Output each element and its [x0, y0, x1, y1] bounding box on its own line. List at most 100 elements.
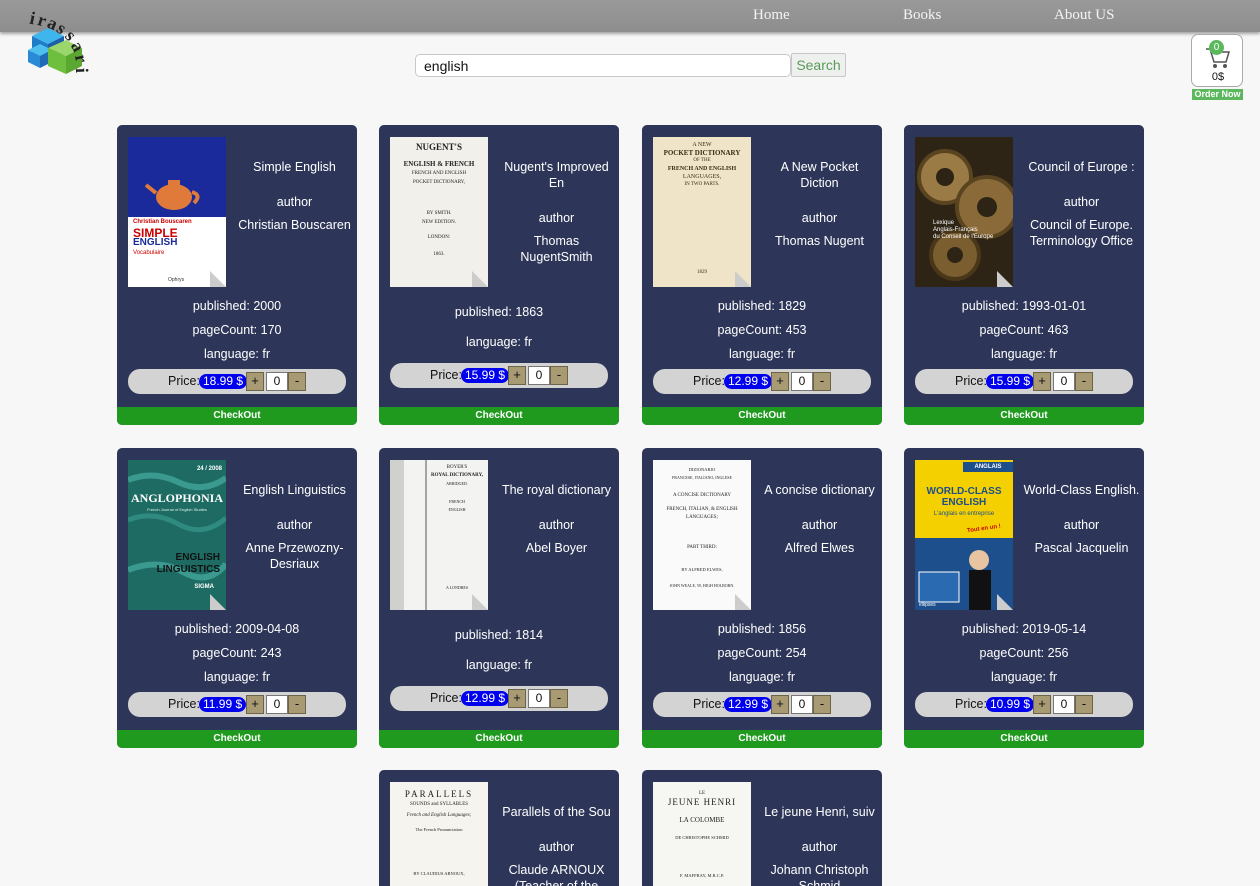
book-author: Pascal Jacquelin — [1034, 541, 1129, 555]
quantity-plus-button[interactable]: + — [1033, 695, 1051, 714]
quantity-field[interactable]: 0 — [791, 695, 813, 714]
book-title[interactable]: Simple English — [236, 159, 353, 175]
quantity-field[interactable]: 0 — [266, 695, 288, 714]
quantity-minus-button[interactable]: - — [813, 372, 831, 391]
book-cover[interactable]: PARALLELS SOUNDS and SYLLABLES French an… — [390, 782, 488, 886]
book-card: 24 / 2008 ANGLOPHONIA French Journal of … — [117, 448, 357, 748]
checkout-button[interactable]: CheckOut — [642, 407, 882, 425]
search-button[interactable]: Search — [791, 53, 846, 77]
book-info: Parallels of the Sou author Claude ARNOU… — [498, 804, 615, 886]
nav-about-link[interactable]: About US — [1054, 7, 1114, 24]
checkout-button[interactable]: CheckOut — [379, 407, 619, 425]
price-label: Price: — [955, 697, 987, 711]
book-pagecount: pageCount: 463 — [979, 323, 1069, 337]
quantity-plus-button[interactable]: + — [508, 366, 526, 385]
book-cover[interactable]: A NEW POCKET DICTIONARY OF THE FRENCH AN… — [653, 137, 751, 287]
book-cover[interactable]: ANGLAIS WORLD-CLASS ENGLISH L'anglais en… — [915, 460, 1013, 610]
book-language: language: fr — [203, 670, 271, 684]
cart-button[interactable]: 0 0$ — [1191, 34, 1243, 87]
book-title[interactable]: World-Class English. — [1023, 482, 1140, 498]
price-bar: Price: 18.99 $ + 0 - — [128, 369, 346, 394]
quantity-field[interactable]: 0 — [1053, 695, 1075, 714]
quantity-plus-button[interactable]: + — [771, 372, 789, 391]
checkout-button[interactable]: CheckOut — [904, 730, 1144, 748]
quantity-minus-button[interactable]: - — [288, 372, 306, 391]
book-cover[interactable]: 24 / 2008 ANGLOPHONIA French Journal of … — [128, 460, 226, 610]
book-title[interactable]: A New Pocket Diction — [761, 159, 878, 191]
quantity-minus-button[interactable]: - — [550, 689, 568, 708]
quantity-minus-button[interactable]: - — [288, 695, 306, 714]
book-card: A NEW POCKET DICTIONARY OF THE FRENCH AN… — [642, 125, 882, 425]
checkout-button[interactable]: CheckOut — [117, 407, 357, 425]
book-title[interactable]: The royal dictionary — [498, 482, 615, 498]
author-label: author — [538, 211, 575, 225]
checkout-button[interactable]: CheckOut — [904, 407, 1144, 425]
book-info: The royal dictionary author Abel Boyer — [498, 482, 615, 556]
book-title[interactable]: Le jeune Henri, suiv — [761, 804, 878, 820]
book-title[interactable]: Council of Europe : — [1023, 159, 1140, 175]
book-language: language: fr — [728, 347, 796, 361]
book-cover[interactable]: LE JEUNE HENRI LA COLOMBE DE CHRISTOPHE … — [653, 782, 751, 886]
book-pagecount: pageCount: 243 — [192, 646, 282, 660]
book-published: published: 1856 — [717, 622, 807, 636]
book-published: published: 2009-04-08 — [174, 622, 300, 636]
nav-home-link[interactable]: Home — [753, 7, 790, 24]
book-card: NUGENT'S ENGLISH & FRENCH FRENCH AND ENG… — [379, 125, 619, 425]
book-cover[interactable]: DIZIONARIO FRANCESE, ITALIANO, INGLESE A… — [653, 460, 751, 610]
book-pagecount: pageCount: 254 — [717, 646, 807, 660]
quantity-field[interactable]: 0 — [266, 372, 288, 391]
book-published: published: 1993-01-01 — [961, 299, 1087, 313]
quantity-plus-button[interactable]: + — [508, 689, 526, 708]
price-bar: Price: 15.99 $ + 0 - — [915, 369, 1133, 394]
price-label: Price: — [168, 697, 200, 711]
quantity-field[interactable]: 0 — [528, 366, 550, 385]
book-language: language: fr — [990, 670, 1058, 684]
price-badge: 18.99 $ — [199, 374, 248, 389]
price-bar: Price: 12.99 $ + 0 - — [653, 369, 871, 394]
quantity-field[interactable]: 0 — [791, 372, 813, 391]
checkout-button[interactable]: CheckOut — [379, 730, 619, 748]
book-card: ANGLAIS WORLD-CLASS ENGLISH L'anglais en… — [904, 448, 1144, 748]
price-badge: 12.99 $ — [724, 374, 773, 389]
top-nav-bar: Home Books About US — [0, 0, 1260, 32]
author-label: author — [1063, 195, 1100, 209]
book-info: English Linguistics author Anne Przewozn… — [236, 482, 353, 572]
book-language: language: fr — [203, 347, 271, 361]
search-input[interactable] — [415, 54, 791, 77]
book-cover[interactable]: NUGENT'S ENGLISH & FRENCH FRENCH AND ENG… — [390, 137, 488, 287]
checkout-button[interactable]: CheckOut — [642, 730, 882, 748]
quantity-field[interactable]: 0 — [1053, 372, 1075, 391]
price-badge: 12.99 $ — [461, 691, 510, 706]
book-title[interactable]: Nugent's Improved En — [498, 159, 615, 191]
book-cover[interactable]: Lexique Anglais-Français du Conseil de l… — [915, 137, 1013, 287]
nav-books-link[interactable]: Books — [903, 7, 941, 24]
book-title[interactable]: English Linguistics — [236, 482, 353, 498]
book-author: Johann Christoph Schmid — [770, 863, 869, 886]
quantity-plus-button[interactable]: + — [246, 372, 264, 391]
book-published: published: 2000 — [192, 299, 282, 313]
author-label: author — [538, 518, 575, 532]
price-label: Price: — [693, 697, 725, 711]
book-cover[interactable]: BOYER'S ROYAL DICTIONARY, ABRIDGED. FREN… — [390, 460, 488, 610]
book-cover[interactable]: Christian Bouscaren SIMPLE ENGLISH Vocab… — [128, 137, 226, 287]
book-language: language: fr — [465, 658, 533, 672]
book-title[interactable]: A concise dictionary — [761, 482, 878, 498]
book-published: published: 1829 — [717, 299, 807, 313]
quantity-plus-button[interactable]: + — [1033, 372, 1051, 391]
book-language: language: fr — [728, 670, 796, 684]
checkout-button[interactable]: CheckOut — [117, 730, 357, 748]
price-bar: Price: 15.99 $ + 0 - — [390, 363, 608, 388]
quantity-minus-button[interactable]: - — [550, 366, 568, 385]
author-label: author — [1063, 518, 1100, 532]
quantity-plus-button[interactable]: + — [771, 695, 789, 714]
quantity-minus-button[interactable]: - — [1075, 695, 1093, 714]
price-badge: 11.99 $ — [199, 697, 247, 712]
irassari-logo[interactable]: i r a s s a r i — [26, 8, 92, 86]
book-title[interactable]: Parallels of the Sou — [498, 804, 615, 820]
order-now-button[interactable]: Order Now — [1192, 89, 1243, 100]
quantity-plus-button[interactable]: + — [246, 695, 264, 714]
book-info: A New Pocket Diction author Thomas Nugen… — [761, 159, 878, 249]
quantity-field[interactable]: 0 — [528, 689, 550, 708]
quantity-minus-button[interactable]: - — [1075, 372, 1093, 391]
quantity-minus-button[interactable]: - — [813, 695, 831, 714]
